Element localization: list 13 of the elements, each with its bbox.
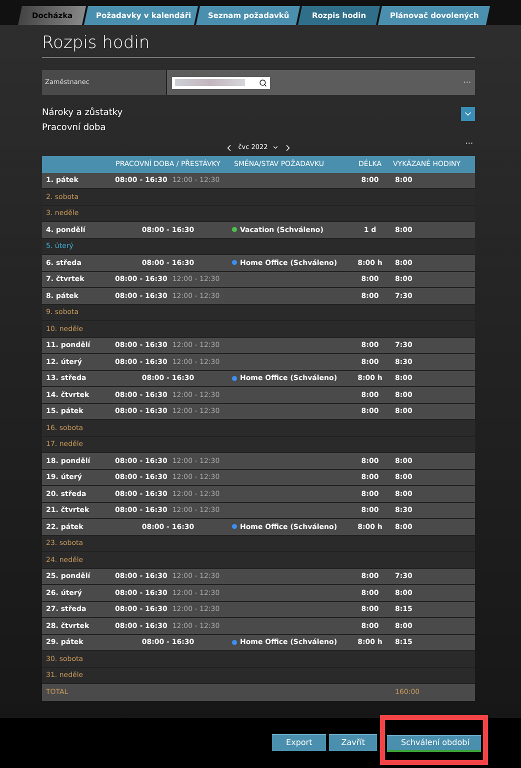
section-title: Pracovní doba — [42, 122, 107, 135]
action-button[interactable]: Export — [272, 734, 326, 751]
action-button[interactable]: Schválení období — [387, 735, 481, 752]
employee-field[interactable] — [172, 76, 270, 88]
expand-button[interactable] — [461, 107, 475, 121]
more-button[interactable]: ··· — [465, 140, 473, 148]
more-button[interactable]: ··· — [463, 78, 471, 86]
page-title: Rozpis hodin — [42, 32, 475, 58]
search-icon[interactable] — [259, 78, 267, 86]
redacted-value — [175, 79, 245, 86]
action-button[interactable]: Zavřít — [329, 734, 377, 751]
dropdown-icon[interactable] — [272, 144, 279, 151]
section-title: Nároky a zůstatky — [42, 107, 123, 120]
